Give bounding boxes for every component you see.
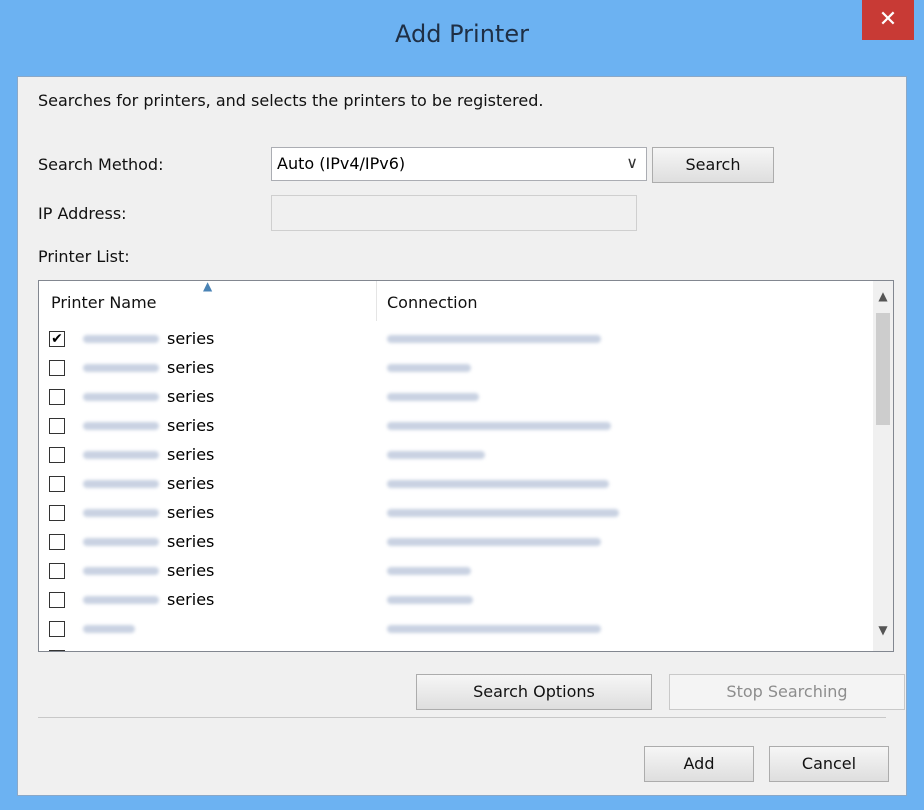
printer-name-redacted bbox=[83, 596, 159, 604]
table-row[interactable] bbox=[39, 644, 873, 651]
printer-name-suffix: series bbox=[167, 590, 215, 609]
printer-name-redacted bbox=[83, 567, 159, 575]
printer-name-suffix: series bbox=[167, 532, 215, 551]
printer-name-redacted bbox=[83, 451, 159, 459]
close-icon: ✕ bbox=[878, 7, 898, 32]
connection-redacted bbox=[387, 335, 601, 343]
scrollbar-thumb[interactable] bbox=[876, 313, 890, 425]
chevron-down-icon[interactable]: ▼ bbox=[873, 623, 893, 643]
table-row[interactable] bbox=[39, 615, 873, 644]
printer-rows: ✔ series series series series series ser… bbox=[39, 325, 873, 651]
table-row[interactable]: series bbox=[39, 528, 873, 557]
connection-redacted bbox=[387, 422, 611, 430]
column-divider bbox=[376, 281, 377, 321]
printer-name-suffix: series bbox=[167, 445, 215, 464]
printer-name-suffix: series bbox=[167, 416, 215, 435]
printer-name-suffix: series bbox=[167, 503, 215, 522]
table-row[interactable]: series bbox=[39, 470, 873, 499]
chevron-down-icon: ∨ bbox=[626, 153, 638, 172]
ip-address-field[interactable] bbox=[271, 195, 637, 231]
row-checkbox[interactable] bbox=[49, 476, 65, 492]
connection-redacted bbox=[387, 567, 471, 575]
chevron-up-icon[interactable]: ▲ bbox=[873, 289, 893, 309]
connection-redacted bbox=[387, 451, 485, 459]
printer-list-label: Printer List: bbox=[38, 247, 130, 266]
stop-searching-button[interactable]: Stop Searching bbox=[669, 674, 905, 710]
row-checkbox[interactable] bbox=[49, 418, 65, 434]
row-checkbox[interactable] bbox=[49, 621, 65, 637]
table-row[interactable]: series bbox=[39, 383, 873, 412]
row-checkbox[interactable] bbox=[49, 389, 65, 405]
close-button[interactable]: ✕ bbox=[862, 0, 914, 40]
printer-name-suffix: series bbox=[167, 474, 215, 493]
connection-redacted bbox=[387, 596, 473, 604]
connection-redacted bbox=[387, 625, 601, 633]
dialog-body: Searches for printers, and selects the p… bbox=[17, 76, 907, 796]
printer-name-redacted bbox=[83, 335, 159, 343]
add-button[interactable]: Add bbox=[644, 746, 754, 782]
add-printer-dialog: Add Printer ✕ Searches for printers, and… bbox=[0, 0, 924, 810]
connection-redacted bbox=[387, 538, 601, 546]
column-header-printer-name[interactable]: Printer Name bbox=[51, 293, 157, 312]
row-checkbox[interactable] bbox=[49, 447, 65, 463]
search-method-dropdown[interactable]: Auto (IPv4/IPv6) ∨ bbox=[271, 147, 647, 181]
printer-name-suffix: series bbox=[167, 358, 215, 377]
printer-name-suffix: series bbox=[167, 561, 215, 580]
window-title: Add Printer bbox=[395, 20, 529, 48]
row-checkbox[interactable] bbox=[49, 650, 65, 651]
table-row[interactable]: series bbox=[39, 557, 873, 586]
printer-list[interactable]: Printer Name ▲ Connection ✔ series serie… bbox=[38, 280, 894, 652]
title-bar[interactable]: Add Printer ✕ bbox=[0, 0, 924, 76]
row-checkbox[interactable]: ✔ bbox=[49, 331, 65, 347]
table-row[interactable]: series bbox=[39, 412, 873, 441]
table-row[interactable]: ✔ series bbox=[39, 325, 873, 354]
printer-name-redacted bbox=[83, 538, 159, 546]
search-options-button[interactable]: Search Options bbox=[416, 674, 652, 710]
description-text: Searches for printers, and selects the p… bbox=[38, 91, 544, 110]
printer-name-redacted bbox=[83, 509, 159, 517]
vertical-scrollbar[interactable]: ▲ ▼ bbox=[873, 281, 893, 651]
table-row[interactable]: series bbox=[39, 441, 873, 470]
divider bbox=[38, 717, 886, 718]
sort-ascending-icon: ▲ bbox=[203, 280, 213, 293]
printer-name-suffix: series bbox=[167, 387, 215, 406]
row-checkbox[interactable] bbox=[49, 534, 65, 550]
list-header: Printer Name ▲ Connection bbox=[39, 281, 873, 321]
connection-redacted bbox=[387, 480, 609, 488]
row-checkbox[interactable] bbox=[49, 563, 65, 579]
row-checkbox[interactable] bbox=[49, 592, 65, 608]
table-row[interactable]: series bbox=[39, 586, 873, 615]
row-checkbox[interactable] bbox=[49, 505, 65, 521]
search-method-label: Search Method: bbox=[38, 155, 164, 174]
search-button[interactable]: Search bbox=[652, 147, 774, 183]
search-method-value: Auto (IPv4/IPv6) bbox=[277, 154, 406, 173]
cancel-button[interactable]: Cancel bbox=[769, 746, 889, 782]
row-checkbox[interactable] bbox=[49, 360, 65, 376]
table-row[interactable]: series bbox=[39, 354, 873, 383]
connection-redacted bbox=[387, 509, 619, 517]
column-header-connection[interactable]: Connection bbox=[387, 293, 478, 312]
printer-name-redacted bbox=[83, 422, 159, 430]
printer-name-redacted bbox=[83, 480, 159, 488]
printer-name-redacted bbox=[83, 393, 159, 401]
ip-address-label: IP Address: bbox=[38, 204, 127, 223]
connection-redacted bbox=[387, 393, 479, 401]
printer-name-redacted bbox=[83, 364, 159, 372]
printer-name-redacted bbox=[83, 625, 135, 633]
connection-redacted bbox=[387, 364, 471, 372]
printer-name-suffix: series bbox=[167, 329, 215, 348]
table-row[interactable]: series bbox=[39, 499, 873, 528]
